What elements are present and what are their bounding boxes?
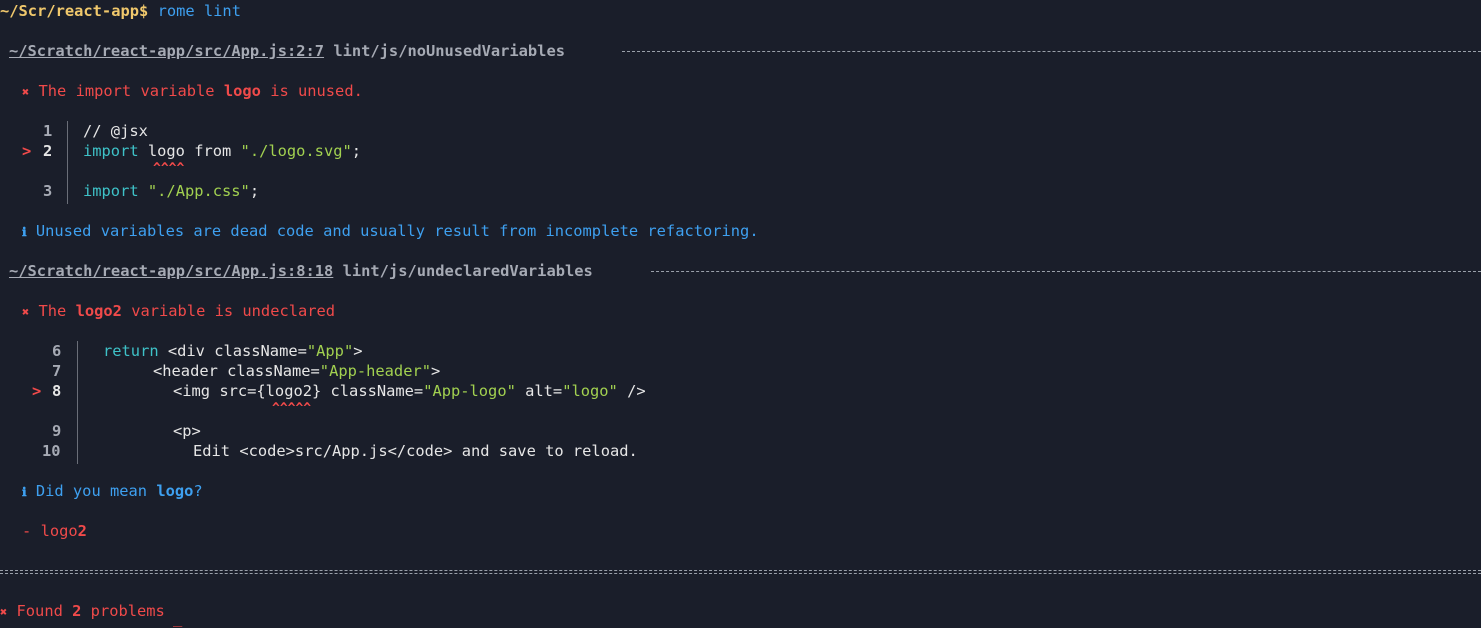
diagnostic-2-header: ~/Scratch/react-app/src/App.js:8:18 lint… — [9, 261, 593, 281]
code-line-10: 10 — [42, 442, 61, 460]
code-line-1: 1 — [43, 122, 53, 140]
diagnostic-1-message: ✖ The import variable logo is unused. — [22, 82, 363, 100]
code-gutter-2 — [77, 341, 78, 464]
code-gutter-1 — [67, 121, 68, 204]
code-text-1: // @jsx — [83, 122, 148, 140]
code-line-2: 2 — [43, 142, 53, 160]
code-text-8: <img src={logo2} className="App-logo" al… — [173, 382, 646, 400]
diagnostic-1-header: ~/Scratch/react-app/src/App.js:2:7 lint/… — [9, 41, 565, 61]
diagnostic-1-rule-line — [622, 51, 1481, 52]
code-text-9: <p> — [173, 422, 201, 440]
problem-count: 2 — [72, 602, 82, 620]
diagnostic-2-var: logo2 — [75, 302, 122, 320]
terminal-prompt: ~/Scr/react-app$ rome lint — [0, 1, 241, 21]
code-text-6: return <div className="App"> — [103, 342, 363, 360]
diff-line: - logo2 — [22, 522, 87, 540]
prompt-symbol: $ — [139, 2, 149, 20]
code-line-7: 7 — [52, 362, 62, 380]
code-text-3: import "./App.css"; — [83, 182, 260, 200]
summary-separator — [0, 570, 1481, 574]
diagnostic-2-info: ℹ Did you mean logo? — [22, 482, 203, 500]
diagnostic-2-rule: lint/js/undeclaredVariables — [342, 262, 593, 280]
caret-marker-1: ^^^^ — [153, 161, 185, 176]
error-icon: ✖ — [0, 605, 8, 619]
terminal-cursor: _ — [173, 609, 183, 627]
code-line-marker-2: > — [22, 142, 32, 160]
prompt-path: ~/Scr/react-app — [0, 2, 139, 20]
diagnostic-1-rule: lint/js/noUnusedVariables — [333, 42, 565, 60]
diagnostic-2-rule-line — [651, 271, 1481, 272]
diagnostic-2-message: ✖ The logo2 variable is undeclared — [22, 302, 336, 320]
code-text-2: import logo from "./logo.svg"; — [83, 142, 362, 160]
code-line-8: 8 — [52, 382, 62, 400]
diagnostic-1-location[interactable]: ~/Scratch/react-app/src/App.js:2:7 — [9, 42, 324, 60]
code-line-3: 3 — [43, 182, 53, 200]
error-icon: ✖ — [22, 305, 30, 319]
command-text: rome lint — [157, 2, 241, 20]
diagnostic-1-var: logo — [223, 82, 261, 100]
summary-line: ✖ Found 2 problems — [0, 602, 165, 620]
diagnostic-1-info: ℹ Unused variables are dead code and usu… — [22, 222, 759, 240]
code-line-6: 6 — [52, 342, 62, 360]
diagnostic-2-location[interactable]: ~/Scratch/react-app/src/App.js:8:18 — [9, 262, 333, 280]
suggestion-var: logo — [156, 482, 194, 500]
info-icon: ℹ — [22, 225, 27, 239]
error-icon: ✖ — [22, 85, 30, 99]
code-line-marker-8: > — [32, 382, 42, 400]
caret-marker-2: ^^^^^ — [272, 401, 312, 416]
code-text-10: Edit <code>src/App.js</code> and save to… — [193, 442, 638, 460]
info-icon: ℹ — [22, 485, 27, 499]
code-text-7: <header className="App-header"> — [153, 362, 441, 380]
code-line-9: 9 — [52, 422, 62, 440]
